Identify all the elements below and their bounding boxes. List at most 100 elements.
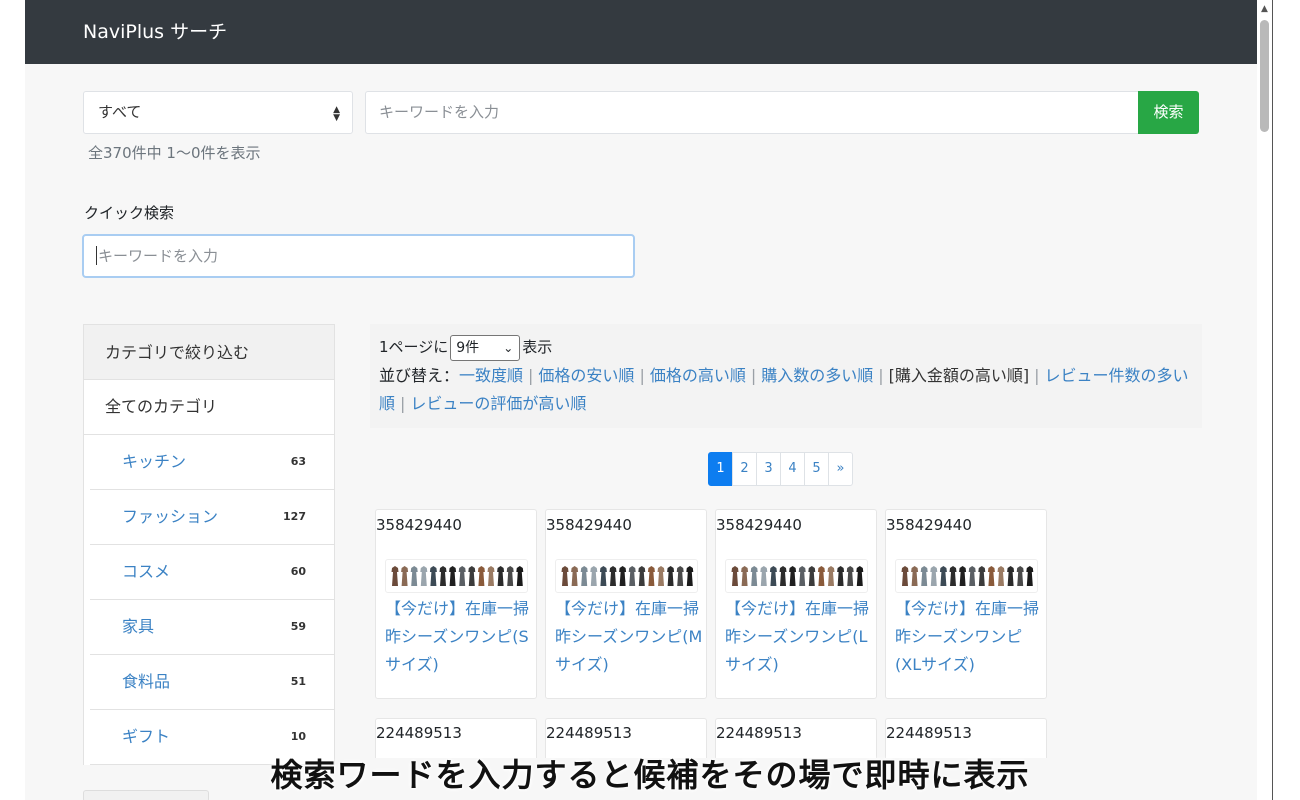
sidebar-item-count: 60	[290, 565, 306, 578]
product-card[interactable]: 358429440 【今だけ】在庫一掃昨シーズンワンピ(Mサイズ)	[545, 509, 707, 699]
sidebar-title: カテゴリで絞り込む	[83, 324, 335, 380]
sort-price-low[interactable]: 価格の安い順	[538, 366, 634, 385]
page-next[interactable]: »	[828, 452, 853, 486]
scroll-up-arrow-icon[interactable]: ▲	[1259, 2, 1270, 16]
sort-options: 並び替え：一致度順 | 価格の安い順 | 価格の高い順 | 購入数の多い順 | [購入金額の高い…	[379, 362, 1197, 418]
chevron-down-icon: ⌄	[503, 340, 514, 355]
sidebar-item-count: 51	[290, 675, 306, 688]
product-thumbnail[interactable]	[725, 559, 868, 593]
brand-logo[interactable]: NaviPlus サーチ	[83, 20, 227, 44]
garment-icon	[949, 566, 957, 586]
product-title-link[interactable]: 【今だけ】在庫一掃昨シーズンワンピ(XLサイズ)	[895, 595, 1045, 679]
garment-icon	[458, 566, 466, 586]
per-page-value: 9件	[456, 339, 480, 356]
garment-icon	[628, 566, 636, 586]
video-caption: 検索ワードを入力すると候補をその場で即時に表示	[270, 756, 1030, 794]
sidebar-item-cosme[interactable]: コスメ 60	[90, 545, 334, 600]
garment-icon	[497, 566, 505, 586]
garment-icon	[959, 566, 967, 586]
sidebar-item-all[interactable]: 全てのカテゴリ	[83, 380, 335, 435]
sort-purchases[interactable]: 購入数の多い順	[761, 366, 873, 385]
search-button[interactable]: 検索	[1138, 91, 1199, 134]
sidebar-item-label: ファッション	[122, 507, 219, 526]
result-count: 全370件中 1〜0件を表示	[88, 144, 261, 162]
page-4[interactable]: 4	[780, 452, 805, 486]
garment-icon	[1007, 566, 1015, 586]
sidebar-item-food[interactable]: 食料品 51	[90, 655, 334, 710]
category-select-value: すべて	[98, 103, 142, 121]
garment-icon	[769, 566, 777, 586]
sort-separator: |	[400, 394, 406, 413]
keyword-input[interactable]: キーワードを入力	[365, 91, 1139, 134]
garment-icon	[930, 566, 938, 586]
garment-row-image	[391, 566, 524, 586]
garment-icon	[477, 566, 485, 586]
page-3[interactable]: 3	[756, 452, 781, 486]
garment-icon	[911, 566, 919, 586]
sort-separator: |	[878, 366, 884, 385]
garment-icon	[760, 566, 768, 586]
garment-icon	[401, 566, 409, 586]
sort-separator: |	[639, 366, 645, 385]
garment-icon	[856, 566, 864, 586]
category-select[interactable]: すべて ▲ ▼	[83, 91, 353, 134]
sidebar-item-label: 家具	[122, 617, 155, 636]
product-card[interactable]: 358429440 【今だけ】在庫一掃昨シーズンワンピ(Lサイズ)	[715, 509, 877, 699]
per-page-select[interactable]: 9件 ⌄	[450, 334, 521, 361]
sidebar-item-label: 食料品	[122, 672, 171, 691]
sidebar-item-kitchen[interactable]: キッチン 63	[90, 435, 334, 490]
garment-icon	[1016, 566, 1024, 586]
sort-price-high[interactable]: 価格の高い順	[650, 366, 746, 385]
garment-icon	[580, 566, 588, 586]
text-caret	[96, 245, 97, 265]
product-title-link[interactable]: 【今だけ】在庫一掃昨シーズンワンピ(Sサイズ)	[385, 595, 535, 679]
quick-search-input[interactable]: キーワードを入力	[82, 234, 635, 278]
garment-icon	[449, 566, 457, 586]
garment-icon	[429, 566, 437, 586]
garment-icon	[468, 566, 476, 586]
product-id: 358429440	[716, 516, 802, 534]
garment-icon	[410, 566, 418, 586]
scrollbar-thumb[interactable]	[1260, 20, 1269, 132]
sidebar-item-label: キッチン	[122, 452, 187, 471]
garment-icon	[647, 566, 655, 586]
product-card[interactable]: 358429440 【今だけ】在庫一掃昨シーズンワンピ(Sサイズ)	[375, 509, 537, 699]
product-thumbnail[interactable]	[895, 559, 1038, 593]
garment-icon	[827, 566, 835, 586]
sidebar-list: キッチン 63 ファッション 127 コスメ 60 家具 59 食料品 51 ギ…	[83, 435, 335, 765]
sidebar-item-count: 63	[290, 455, 306, 468]
product-title-link[interactable]: 【今だけ】在庫一掃昨シーズンワンピ(Lサイズ)	[725, 595, 875, 679]
window-edge	[1272, 0, 1273, 800]
product-thumbnail[interactable]	[385, 559, 528, 593]
garment-icon	[686, 566, 694, 586]
sort-review-rating[interactable]: レビューの評価が高い順	[410, 394, 586, 413]
product-id: 224489513	[886, 724, 972, 742]
product-id: 224489513	[546, 724, 632, 742]
page-5[interactable]: 5	[804, 452, 829, 486]
garment-row-image	[731, 566, 864, 586]
sidebar-item-furniture[interactable]: 家具 59	[90, 600, 334, 655]
sort-separator: |	[1034, 366, 1040, 385]
sort-separator: |	[528, 366, 534, 385]
sort-relevance[interactable]: 一致度順	[459, 366, 523, 385]
product-title-link[interactable]: 【今だけ】在庫一掃昨シーズンワンピ(Mサイズ)	[555, 595, 705, 679]
garment-icon	[920, 566, 928, 586]
garment-icon	[978, 566, 986, 586]
sort-separator: |	[750, 366, 757, 385]
garment-icon	[619, 566, 627, 586]
garment-icon	[997, 566, 1005, 586]
sidebar-item-fashion[interactable]: ファッション 127	[90, 490, 334, 545]
page-2[interactable]: 2	[732, 452, 757, 486]
product-card[interactable]: 358429440 【今だけ】在庫一掃昨シーズンワンピ(XLサイズ)	[885, 509, 1047, 699]
product-id: 358429440	[886, 516, 972, 534]
category-sidebar: カテゴリで絞り込む 全てのカテゴリ キッチン 63 ファッション 127 コスメ…	[83, 324, 335, 765]
product-id: 358429440	[376, 516, 462, 534]
page-1[interactable]: 1	[708, 452, 733, 486]
keyword-input-placeholder: キーワードを入力	[379, 103, 500, 121]
garment-row-image	[561, 566, 694, 586]
navbar: NaviPlus サーチ	[25, 0, 1257, 64]
product-id: 224489513	[376, 724, 462, 742]
product-thumbnail[interactable]	[555, 559, 698, 593]
garment-icon	[750, 566, 758, 586]
garment-icon	[506, 566, 514, 586]
